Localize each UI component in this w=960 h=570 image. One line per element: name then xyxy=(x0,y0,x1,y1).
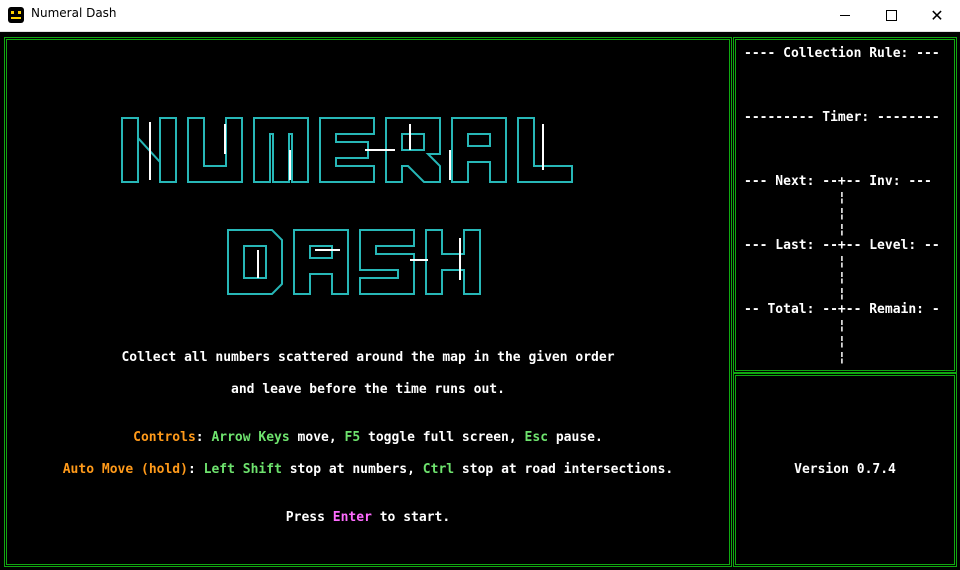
intro-line-2: and leave before the time runs out. xyxy=(231,382,505,397)
total-remain-row: -- Total: --+-- Remain: - xyxy=(744,302,940,317)
automove-roads-text: stop at road intersections. xyxy=(454,462,674,477)
automove-numbers-text: stop at numbers, xyxy=(281,462,423,477)
start-to-start-text: to start. xyxy=(371,510,451,525)
controls-colon: : xyxy=(195,430,212,445)
start-prompt: Press Enter to start. xyxy=(4,510,732,526)
controls-toggle-text: toggle full screen, xyxy=(360,430,525,445)
minimize-icon xyxy=(840,15,850,16)
divider-glyph: ¦ xyxy=(838,190,846,205)
app-icon xyxy=(8,7,24,23)
automove-label: Auto Move (hold) xyxy=(62,462,188,477)
window-title: Numeral Dash xyxy=(31,6,117,20)
collection-rule-label: ---- Collection Rule: --- xyxy=(744,46,940,61)
controls-label: Controls xyxy=(133,430,196,445)
divider-glyph: ¦ xyxy=(838,206,846,221)
game-logo xyxy=(121,117,573,295)
f5-key: F5 xyxy=(344,430,361,445)
automove-line: Auto Move (hold): Left Shift stop at num… xyxy=(4,462,732,478)
maximize-button[interactable] xyxy=(868,0,914,31)
close-button[interactable]: ✕ xyxy=(914,0,960,31)
timer-label: --------- Timer: -------- xyxy=(744,110,940,125)
divider-glyph: ¦ xyxy=(838,350,846,365)
esc-key: Esc xyxy=(524,430,549,445)
controls-move-text: move, xyxy=(289,430,345,445)
window-titlebar: Numeral Dash ✕ xyxy=(0,0,960,32)
divider-glyph: ¦ xyxy=(838,270,846,285)
close-icon: ✕ xyxy=(930,5,944,25)
minimize-button[interactable] xyxy=(822,0,868,31)
divider-glyph: ¦ xyxy=(838,334,846,349)
start-press-text: Press xyxy=(285,510,333,525)
divider-glyph: ¦ xyxy=(838,222,846,237)
next-inv-row: --- Next: --+-- Inv: --- xyxy=(744,174,932,189)
maximize-icon xyxy=(885,10,897,21)
version-label: Version 0.7.4 xyxy=(794,462,896,477)
divider-glyph: ¦ xyxy=(838,254,846,269)
automove-colon: : xyxy=(187,462,204,477)
left-shift-key: Left Shift xyxy=(203,462,282,477)
last-level-row: --- Last: --+-- Level: -- xyxy=(744,238,940,253)
controls-line: Controls: Arrow Keys move, F5 toggle ful… xyxy=(4,430,732,446)
controls-pause-text: pause. xyxy=(548,430,603,445)
ctrl-key: Ctrl xyxy=(422,462,455,477)
intro-line-1: Collect all numbers scattered around the… xyxy=(121,350,615,365)
enter-key: Enter xyxy=(332,510,372,525)
arrow-keys-key: Arrow Keys xyxy=(211,430,290,445)
divider-glyph: ¦ xyxy=(838,286,846,301)
divider-glyph: ¦ xyxy=(838,318,846,333)
